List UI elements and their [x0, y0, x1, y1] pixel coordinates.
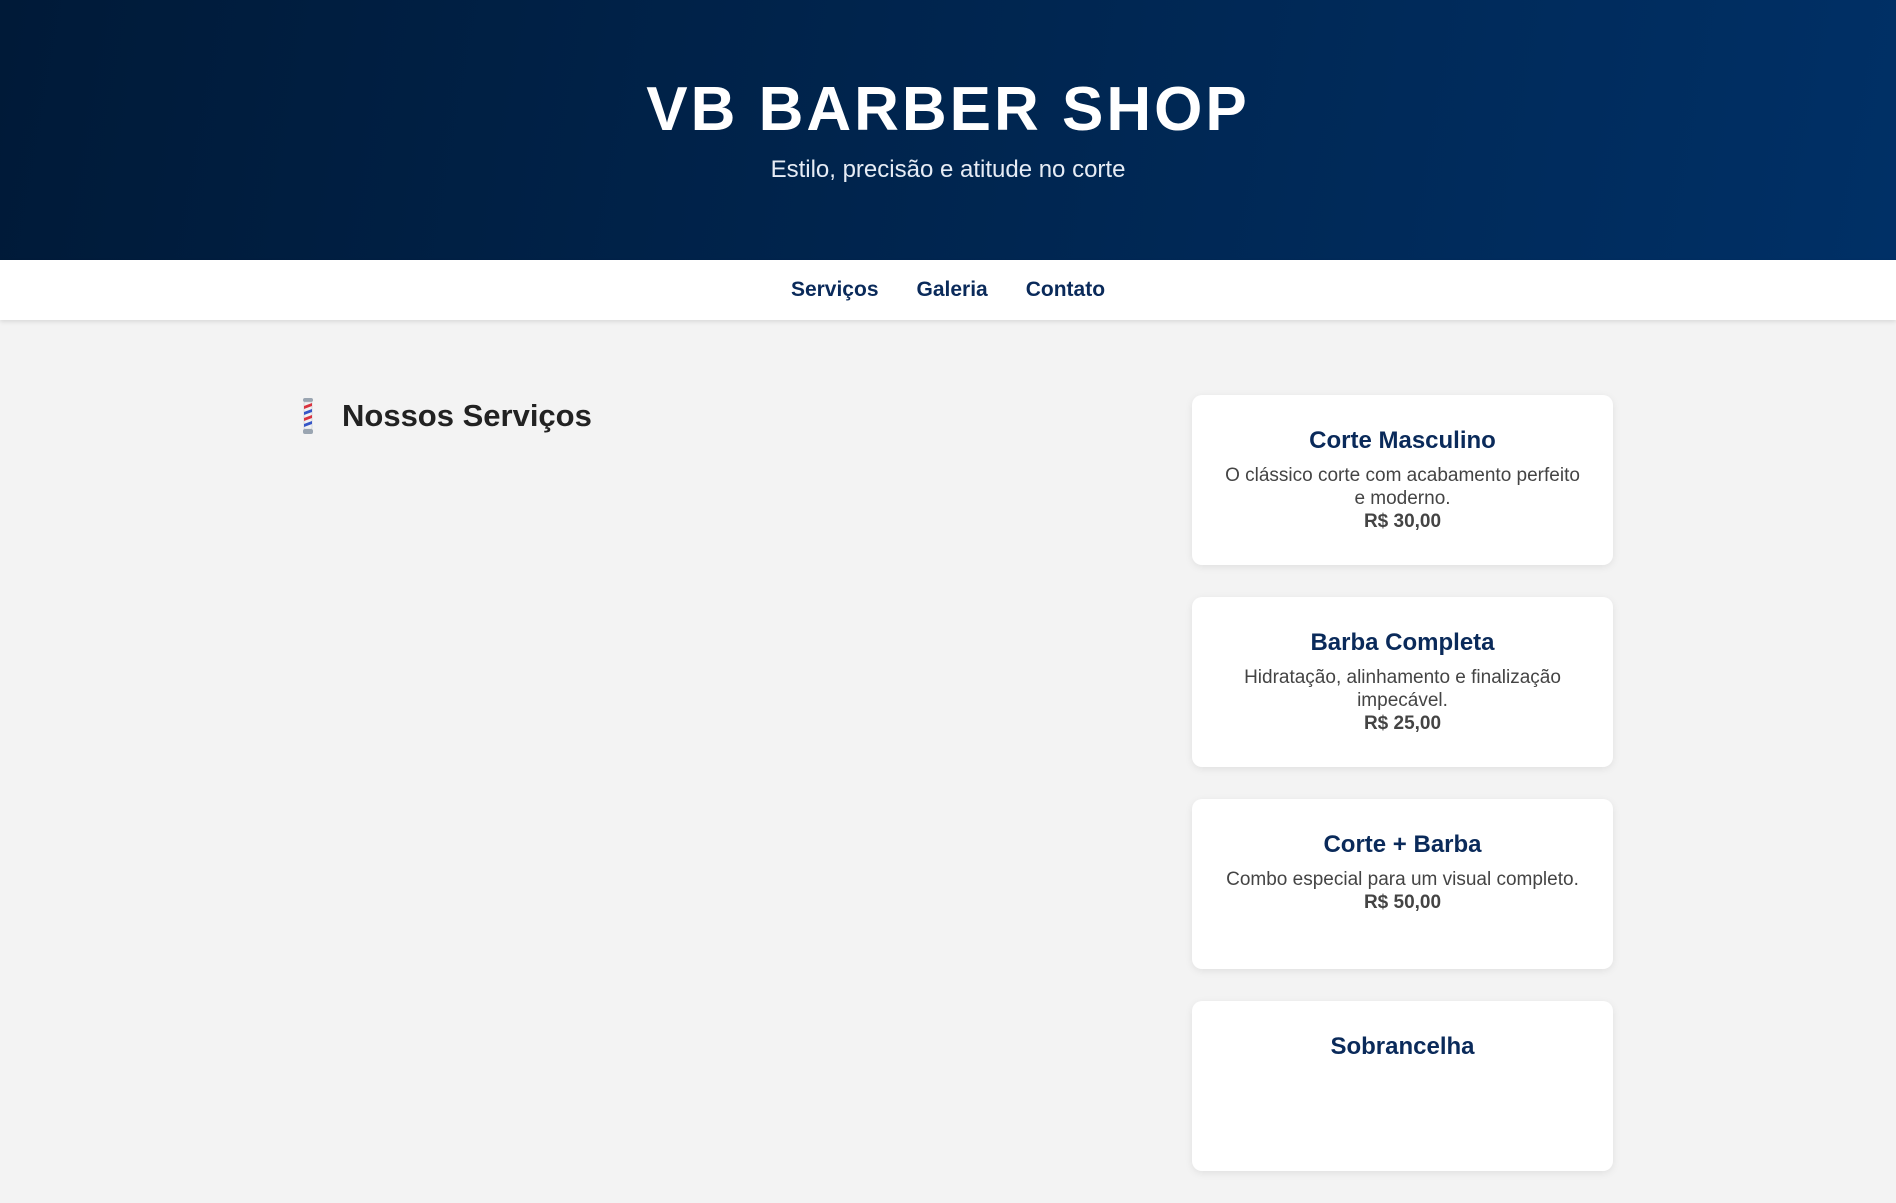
service-description: Hidratação, alinhamento e finalização im… [1244, 667, 1561, 711]
service-card: Sobrancelha [1192, 1001, 1613, 1171]
nav-link-contato[interactable]: Contato [1026, 278, 1105, 302]
service-price: R$ 50,00 [1363, 892, 1442, 913]
service-card: Corte + Barba Combo especial para um vis… [1192, 799, 1613, 969]
service-description: Combo especial para um visual completo. [1226, 869, 1579, 890]
services-title: Nossos Serviços [342, 398, 592, 433]
hero-header: VB BARBER SHOP Estilo, precisão e atitud… [0, 0, 1896, 260]
service-card: Corte Masculino O clássico corte com aca… [1192, 395, 1613, 565]
site-title: VB BARBER SHOP [646, 75, 1250, 144]
service-name: Corte Masculino [1309, 427, 1496, 454]
services-list: Corte Masculino O clássico corte com aca… [1192, 395, 1613, 1203]
services-heading: Nossos Serviços [294, 396, 592, 436]
service-name: Corte + Barba [1323, 831, 1482, 858]
site-subtitle: Estilo, precisão e atitude no corte [770, 156, 1126, 183]
service-card: Barba Completa Hidratação, alinhamento e… [1192, 597, 1613, 767]
service-name: Sobrancelha [1330, 1033, 1475, 1060]
nav-link-galeria[interactable]: Galeria [917, 278, 988, 302]
service-price: R$ 25,00 [1363, 713, 1442, 734]
service-price: R$ 30,00 [1363, 511, 1442, 532]
nav-link-servicos[interactable]: Serviços [791, 278, 879, 302]
service-description: O clássico corte com acabamento perfeito… [1225, 465, 1580, 509]
main-nav: Serviços Galeria Contato [0, 260, 1896, 320]
service-name: Barba Completa [1310, 629, 1495, 656]
barber-pole-icon [303, 398, 313, 434]
